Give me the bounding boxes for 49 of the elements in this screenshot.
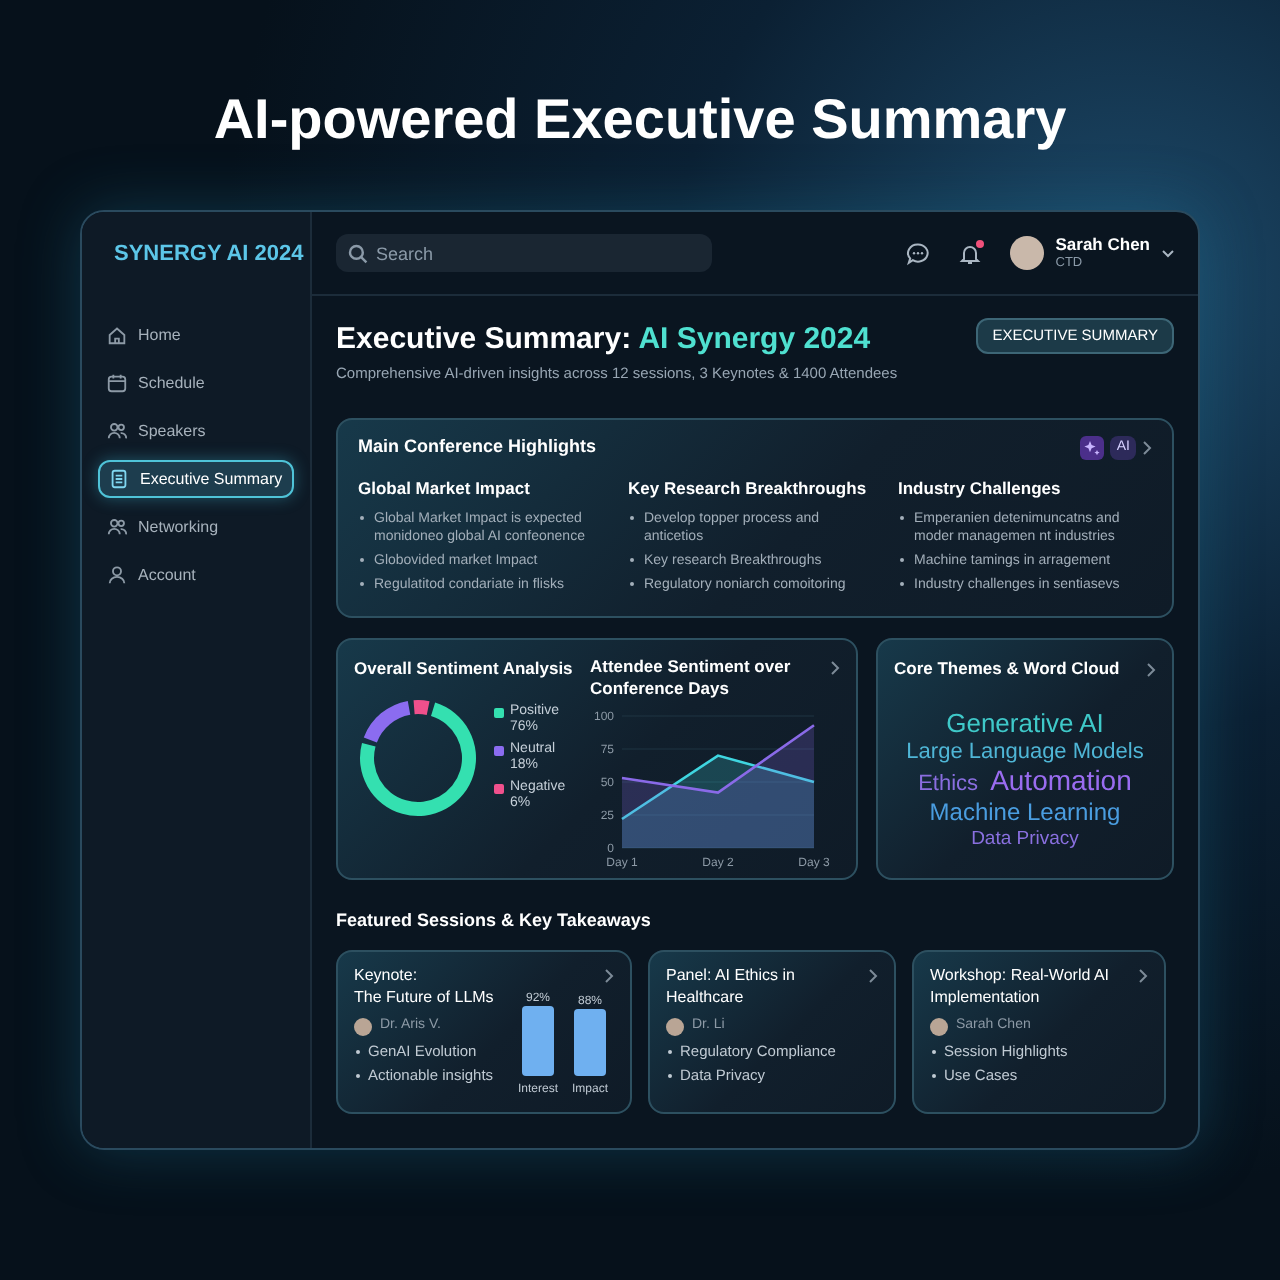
avatar	[930, 1017, 948, 1035]
search-field[interactable]: Search	[336, 234, 712, 272]
word-cloud-term: Large Language Models	[904, 738, 1146, 766]
person-icon	[106, 564, 128, 586]
user-name: Sarah Chen	[1055, 236, 1150, 253]
word-cloud-term: Machine Learning	[927, 798, 1123, 826]
document-icon	[108, 468, 130, 490]
section-title: Featured Sessions & Key Takeaways	[336, 908, 653, 935]
chevron-right-icon[interactable]	[1138, 967, 1148, 984]
nav-item[interactable]: Executive Summary	[98, 460, 294, 498]
page-title: Executive Summary: AI Synergy 2024	[336, 320, 873, 360]
column-heading: Key Research Breakthroughs	[628, 475, 869, 501]
avatar	[354, 1017, 372, 1035]
people-icon	[106, 420, 128, 442]
bell-icon[interactable]	[957, 241, 982, 265]
card-title: Main Conference Highlights	[358, 434, 597, 461]
word-cloud-term: Automation	[990, 766, 1132, 794]
column-heading: Global Market Impact	[358, 475, 532, 501]
nav-item[interactable]: Speakers	[98, 412, 294, 450]
chart-title: Attendee Sentiment over Conference Days	[590, 656, 793, 701]
sparkle-icon[interactable]	[1080, 436, 1105, 460]
calendar-icon	[106, 372, 128, 394]
chevron-right-icon[interactable]	[868, 967, 878, 984]
session-title: Keynote: The Future of LLMs	[354, 963, 494, 1008]
chat-icon[interactable]	[905, 241, 930, 265]
avatar	[666, 1017, 684, 1035]
search-icon	[348, 243, 368, 263]
home-icon	[106, 324, 128, 346]
word-cloud-term: Generative AI	[944, 710, 1106, 738]
nav-item[interactable]: Schedule	[98, 364, 294, 402]
chevron-right-icon[interactable]	[604, 967, 614, 984]
app-logo: SYNERGY AI 2024	[114, 239, 304, 270]
chevron-right-icon[interactable]	[830, 660, 840, 677]
nav-item[interactable]: Account	[98, 556, 294, 594]
word-cloud-term: Ethics	[918, 770, 979, 798]
people-icon	[106, 516, 128, 538]
page-headline: AI-powered Executive Summary	[211, 86, 1069, 154]
card-title: Core Themes & Word Cloud	[894, 656, 1120, 682]
avatar	[1009, 236, 1044, 270]
nav-item[interactable]: Networking	[98, 508, 294, 546]
chevron-right-icon[interactable]	[1146, 661, 1156, 678]
nav-item[interactable]: Home	[98, 316, 294, 354]
word-cloud-term: Data Privacy	[969, 826, 1081, 854]
column-heading: Industry Challenges	[898, 475, 1063, 501]
chevron-right-icon[interactable]	[1142, 440, 1152, 456]
session-title: Workshop: Real-World AI Implementation	[930, 963, 1112, 1008]
card-title: Overall Sentiment Analysis	[354, 656, 575, 682]
caret-icon[interactable]	[1162, 249, 1174, 257]
session-title: Panel: AI Ethics in Healthcare	[666, 963, 797, 1008]
